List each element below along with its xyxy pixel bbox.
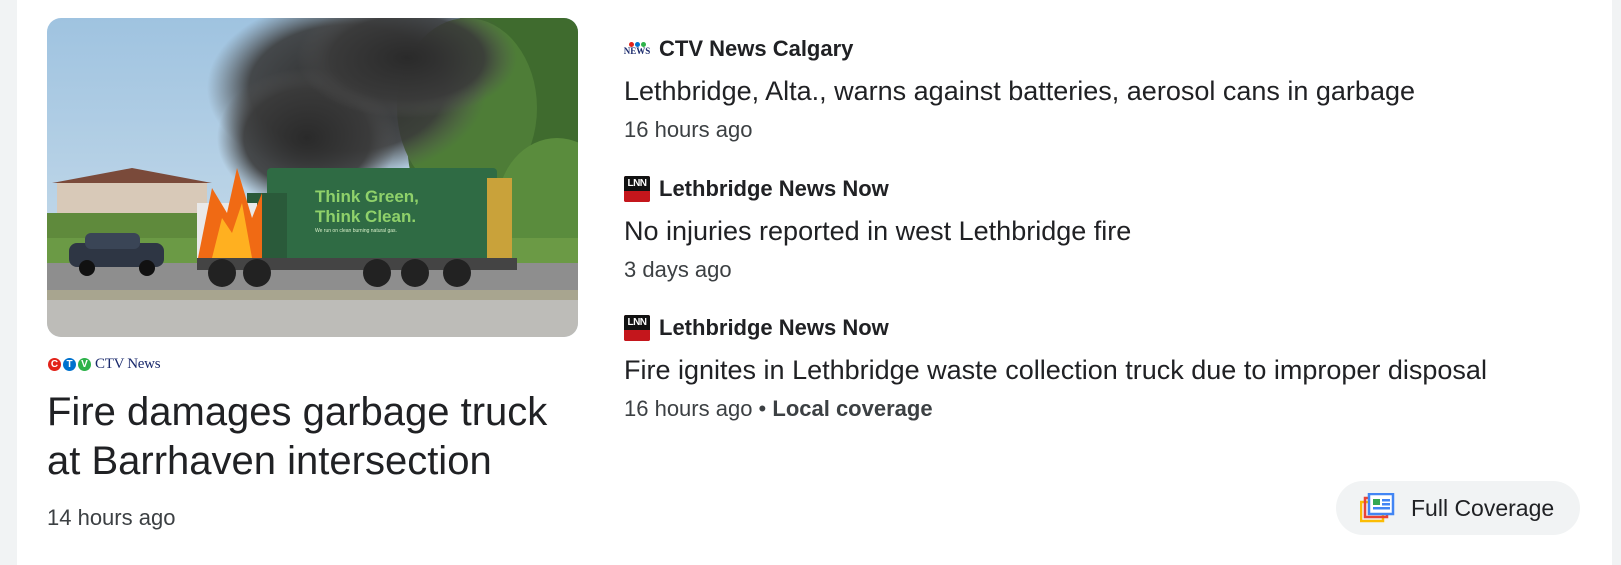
story-source: NEWS CTV News Calgary: [624, 35, 1544, 63]
story-time: 3 days ago: [624, 257, 732, 282]
story-meta: 3 days ago: [624, 257, 1544, 283]
story-headline[interactable]: Fire ignites in Lethbridge waste collect…: [624, 353, 1544, 387]
lnn-icon: LNN: [624, 176, 650, 202]
ctv-t-icon: T: [63, 357, 76, 371]
lnn-icon: LNN: [624, 315, 650, 341]
story-source-name[interactable]: CTV News Calgary: [659, 36, 853, 62]
story-source-name[interactable]: Lethbridge News Now: [659, 315, 889, 341]
local-coverage-tag: Local coverage: [772, 396, 933, 421]
svg-text:Think Green,: Think Green,: [315, 187, 419, 206]
ctv-v-icon: V: [78, 357, 91, 371]
story-headline[interactable]: No injuries reported in west Lethbridge …: [624, 214, 1544, 248]
story-source: LNN Lethbridge News Now: [624, 175, 1544, 203]
story-source-name[interactable]: Lethbridge News Now: [659, 176, 889, 202]
story-source: LNN Lethbridge News Now: [624, 314, 1544, 342]
garbage-truck-fire-photo: Think Green, Think Clean. We run on clea…: [47, 18, 578, 337]
full-coverage-icon: [1360, 493, 1395, 523]
lead-story-time: 14 hours ago: [47, 505, 176, 530]
ctv-news-logo: C T V CTV News: [48, 355, 161, 372]
svg-text:Think Clean.: Think Clean.: [315, 207, 416, 226]
full-coverage-label: Full Coverage: [1411, 494, 1555, 521]
lead-story-image[interactable]: Think Green, Think Clean. We run on clea…: [47, 18, 578, 337]
ctv-news-wordmark: CTV News: [95, 355, 161, 372]
meta-separator: •: [752, 396, 773, 421]
full-coverage-button[interactable]: Full Coverage: [1336, 481, 1580, 535]
ctv-news-icon: NEWS: [624, 36, 650, 62]
svg-text:We run on clean burning natura: We run on clean burning natural gas.: [315, 228, 397, 234]
related-story[interactable]: LNN Lethbridge News Now Fire ignites in …: [624, 314, 1544, 422]
story-headline[interactable]: Lethbridge, Alta., warns against batteri…: [624, 74, 1544, 108]
story-meta: 16 hours ago: [624, 117, 1544, 143]
lead-story-title[interactable]: Fire damages garbage truck at Barrhaven …: [47, 388, 587, 486]
related-story[interactable]: NEWS CTV News Calgary Lethbridge, Alta.,…: [624, 35, 1544, 143]
story-meta: 16 hours ago • Local coverage: [624, 396, 1544, 422]
ctv-c-icon: C: [48, 357, 61, 371]
story-time: 16 hours ago: [624, 396, 753, 421]
story-time: 16 hours ago: [624, 117, 753, 142]
related-story[interactable]: LNN Lethbridge News Now No injuries repo…: [624, 175, 1544, 283]
